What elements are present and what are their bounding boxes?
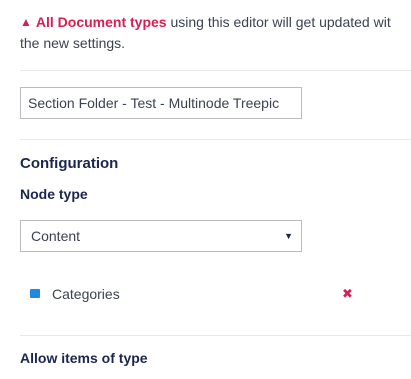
- chevron-down-icon: ▼: [284, 231, 293, 241]
- warning-triangle-icon: ▲: [20, 15, 32, 29]
- warning-text-line1: using this editor will get updated wit: [166, 14, 391, 30]
- datatype-settings-panel: ▲ All Document types using this editor wi…: [0, 0, 411, 379]
- allow-items-label: Allow items of type: [20, 350, 148, 366]
- start-node-label: Categories: [52, 286, 120, 302]
- datatype-name-input[interactable]: Section Folder - Test - Multinode Treepi…: [20, 87, 302, 119]
- remove-icon[interactable]: ✖: [342, 284, 353, 304]
- divider: [20, 139, 411, 140]
- folder-icon: [30, 288, 40, 298]
- start-node-item[interactable]: Categories: [30, 284, 120, 304]
- node-type-label: Node type: [20, 186, 88, 202]
- node-type-select[interactable]: Content ▼: [20, 220, 302, 252]
- warning-text-line2: the new settings.: [20, 35, 126, 51]
- update-warning: ▲ All Document types using this editor wi…: [20, 12, 411, 53]
- warning-strong-text: All Document types: [35, 14, 167, 30]
- divider: [20, 335, 411, 336]
- node-type-selected-value: Content: [31, 228, 81, 244]
- configuration-title: Configuration: [20, 155, 119, 172]
- divider: [20, 70, 411, 71]
